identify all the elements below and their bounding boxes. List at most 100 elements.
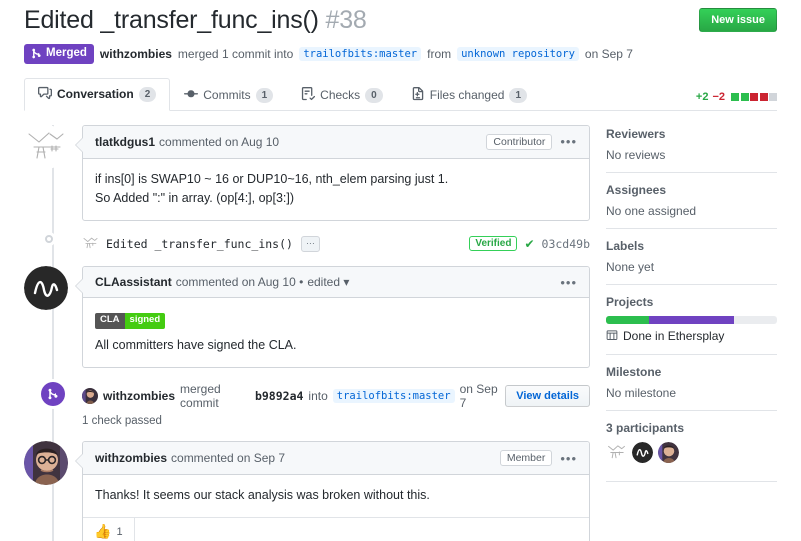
comment-edited-dropdown[interactable]: edited ▾: [307, 275, 349, 289]
sidebar-reviewers-title[interactable]: Reviewers: [606, 127, 777, 141]
pr-meta-row: Merged withzombies merged 1 commit into …: [24, 43, 777, 64]
diffstat-additions: +2: [695, 90, 709, 103]
sidebar-participants-title: 3 participants: [606, 420, 685, 435]
diffstat-deletions: −2: [712, 90, 725, 103]
avatar[interactable]: [632, 441, 653, 463]
diffstat-blocks: [731, 92, 777, 101]
comment-body: if ins[0] is SWAP10 ~ 16 or DUP10~16, nt…: [83, 159, 589, 221]
pr-tabs-bar: Conversation 2 Commits 1 Checks 0 Files …: [24, 77, 777, 111]
tab-checks-label: Checks: [320, 88, 361, 103]
project-entry[interactable]: Done in Ethersplay: [606, 329, 777, 344]
comment-edited-label: edited: [307, 275, 341, 290]
comment-body: Thanks! It seems our stack analysis was …: [83, 475, 589, 517]
sidebar-divider: [606, 353, 777, 355]
commit-status-group: Verified ✔ 03cd49b: [469, 236, 590, 252]
merge-event-body: withzombies merged commit b9892a4 into t…: [82, 382, 590, 427]
cla-signed-badge[interactable]: CLA signed: [95, 312, 166, 329]
comment-menu-icon[interactable]: •••: [560, 135, 577, 148]
comment-line-2: So Added ":" in array. (op[4:], op[3:]): [95, 190, 295, 205]
tab-checks[interactable]: Checks 0: [287, 79, 397, 111]
check-success-icon: ✔: [524, 236, 535, 251]
status-badge[interactable]: Merged: [24, 43, 94, 64]
comment-author[interactable]: withzombies: [95, 451, 167, 465]
comment-menu-icon[interactable]: •••: [560, 452, 577, 465]
tab-commits[interactable]: Commits 1: [170, 79, 287, 111]
merge-into-text: into: [308, 389, 328, 404]
avatar[interactable]: [606, 441, 627, 463]
sidebar-assignees-title[interactable]: Assignees: [606, 183, 777, 197]
merge-text: merged commit: [180, 382, 221, 411]
comment-container: CLAassistant commented on Aug 10 • edite…: [75, 266, 590, 369]
sidebar-labels-value: None yet: [606, 259, 655, 274]
avatar[interactable]: [24, 124, 68, 169]
author-association-badge: Member: [499, 450, 553, 467]
comment-header-actions: Contributor •••: [486, 133, 577, 150]
comment-body: CLA signed All committers have signed th…: [83, 298, 589, 367]
avatar-wrapper: [24, 441, 82, 541]
diffstat-block: [750, 92, 758, 101]
commit-sha[interactable]: 03cd49b: [542, 237, 590, 251]
comment-author[interactable]: CLAassistant: [95, 275, 172, 289]
file-diff-icon: [411, 86, 425, 104]
comment-menu-icon[interactable]: •••: [560, 276, 577, 289]
sidebar-labels-title[interactable]: Labels: [606, 239, 777, 253]
sidebar-assignees-value: No one assigned: [606, 203, 697, 218]
merge-checks-status: 1 check passed: [82, 415, 162, 428]
merged-text: merged 1 commit into: [177, 46, 294, 61]
comment-header: CLAassistant commented on Aug 10 • edite…: [83, 267, 589, 299]
comment-line-1: if ins[0] is SWAP10 ~ 16 or DUP10~16, nt…: [95, 171, 449, 186]
tab-commits-label: Commits: [203, 88, 251, 103]
merge-author[interactable]: withzombies: [103, 389, 175, 403]
comment-header-actions: Member •••: [499, 450, 577, 467]
sidebar-section-reviewers: Reviewers No reviews: [606, 127, 777, 172]
progress-segment-green: [606, 315, 649, 324]
pr-tabs: Conversation 2 Commits 1 Checks 0 Files …: [24, 77, 541, 111]
tab-checks-count: 0: [365, 87, 383, 103]
reaction-thumbsup-button[interactable]: 👍 1: [83, 518, 135, 541]
comment-header: withzombies commented on Sep 7 Member ••…: [83, 442, 589, 476]
avatar[interactable]: [24, 266, 68, 311]
participants-list: [606, 441, 777, 463]
tab-files-changed[interactable]: Files changed 1: [397, 79, 541, 111]
sidebar-divider: [606, 480, 777, 482]
timeline-comment: CLAassistant commented on Aug 10 • edite…: [24, 266, 590, 369]
sidebar-milestone-title[interactable]: Milestone: [606, 365, 777, 379]
comment-text: Thanks! It seems our stack analysis was …: [95, 488, 430, 503]
reaction-count: 1: [116, 525, 123, 538]
timeline: tlatkdgus1 commented on Aug 10 Contribut…: [24, 124, 590, 541]
cla-badge-right: signed: [124, 312, 166, 329]
commit-expand-icon[interactable]: ···: [300, 235, 320, 252]
verified-badge[interactable]: Verified: [469, 236, 518, 252]
tab-conversation[interactable]: Conversation 2: [24, 77, 171, 111]
git-merge-icon: [31, 48, 42, 59]
commit-message[interactable]: Edited _transfer_func_ins(): [106, 237, 293, 251]
commit-dot-wrapper: [24, 235, 82, 244]
sidebar-projects-title[interactable]: Projects: [606, 295, 777, 309]
title-row: Edited _transfer_func_ins() #38 New issu…: [24, 6, 777, 35]
cla-badge-left: CLA: [95, 312, 125, 329]
diffstat-block: [769, 92, 777, 101]
new-issue-button[interactable]: New issue: [699, 8, 777, 32]
progress-segment-purple: [648, 315, 735, 324]
merger-name[interactable]: withzombies: [100, 47, 172, 61]
project-name: Done in Ethersplay: [623, 329, 725, 344]
base-branch-tag[interactable]: trailofbits:master: [299, 46, 422, 61]
head-branch-tag[interactable]: unknown repository: [457, 46, 579, 61]
avatar[interactable]: [82, 388, 98, 405]
commit-avatar-icon: [82, 235, 99, 253]
diffstat[interactable]: +2 −2: [696, 91, 777, 110]
view-details-button[interactable]: View details: [505, 385, 590, 408]
merge-date: on Sep 7: [459, 382, 498, 411]
sidebar-reviewers-value: No reviews: [606, 147, 666, 162]
merge-branch-tag[interactable]: trailofbits:master: [332, 389, 455, 404]
avatar[interactable]: [24, 441, 68, 486]
sidebar-milestone-value: No milestone: [606, 385, 677, 400]
comment-author[interactable]: tlatkdgus1: [95, 135, 155, 149]
sidebar-section-projects: Projects Done in Ethersplay: [606, 295, 777, 354]
merge-commit-sha[interactable]: b9892a4: [255, 389, 303, 403]
comment-discussion-icon: [38, 86, 52, 103]
diffstat-block: [740, 92, 749, 101]
avatar[interactable]: [658, 441, 679, 463]
project-progress-bar: [606, 315, 777, 324]
comment-container: tlatkdgus1 commented on Aug 10 Contribut…: [75, 124, 590, 222]
